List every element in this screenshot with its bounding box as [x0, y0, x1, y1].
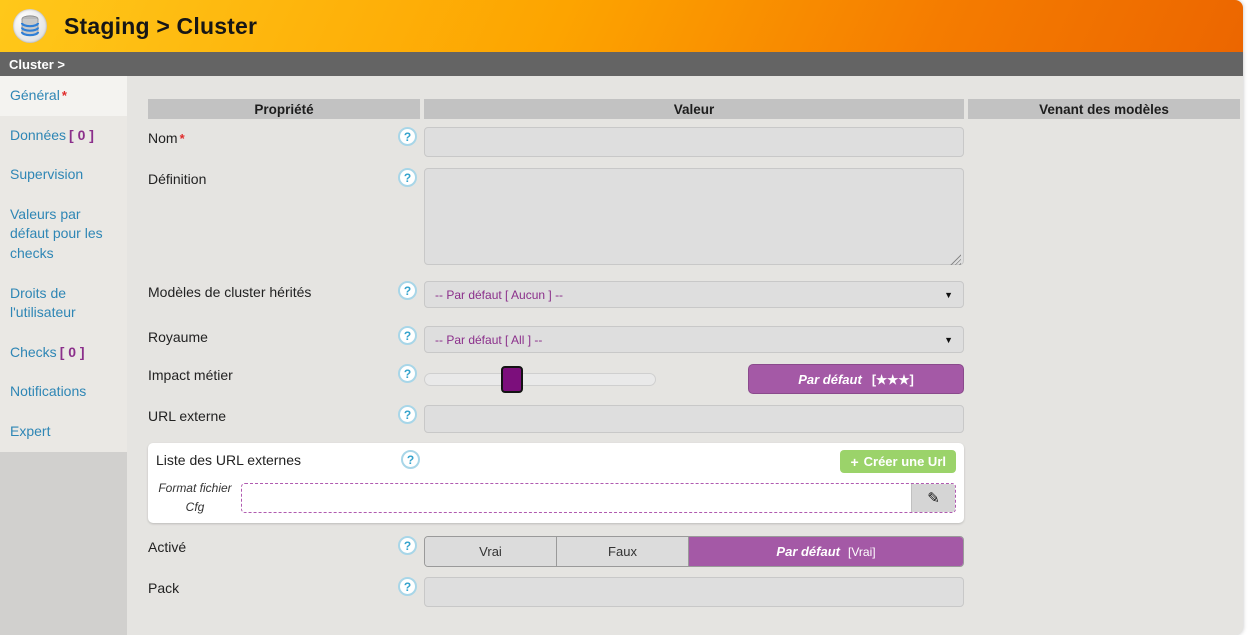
- app-window: Staging > Cluster Cluster > Général* Don…: [0, 0, 1243, 635]
- titlebar: Staging > Cluster: [0, 0, 1243, 52]
- url-externe-label: URL externe: [148, 405, 226, 424]
- sidebar-item-label: Supervision: [10, 166, 83, 182]
- sidebar-item-label: Expert: [10, 423, 50, 439]
- definition-label: Définition: [148, 168, 206, 187]
- sidebar-item-notifications[interactable]: Notifications: [0, 372, 127, 412]
- pack-label: Pack: [148, 577, 179, 596]
- column-header-venant-des-modeles: Venant des modèles: [968, 99, 1240, 119]
- column-header-propriete: Propriété: [148, 99, 420, 119]
- sidebar-item-label: Notifications: [10, 383, 86, 399]
- chevron-down-icon: ▼: [944, 335, 953, 345]
- database-icon: [13, 9, 47, 43]
- sidebar-item-valeurs-par-defaut[interactable]: Valeurs par défaut pour les checks: [0, 195, 127, 274]
- format-fichier-group: ✎: [241, 483, 956, 513]
- help-icon[interactable]: ?: [401, 450, 420, 469]
- pencil-icon: ✎: [927, 489, 940, 507]
- main-panel: Propriété Valeur Venant des modèles Nom*…: [127, 76, 1243, 635]
- help-icon[interactable]: ?: [398, 168, 417, 187]
- active-option-faux[interactable]: Faux: [557, 537, 689, 566]
- modeles-select[interactable]: -- Par défaut [ Aucun ] -- ▼: [424, 281, 964, 308]
- help-icon[interactable]: ?: [398, 364, 417, 383]
- sidebar-nav: Général* Données[ 0 ] Supervision Valeur…: [0, 76, 127, 452]
- nom-input[interactable]: [424, 127, 964, 157]
- active-option-vrai[interactable]: Vrai: [425, 537, 557, 566]
- plus-icon: +: [850, 454, 858, 470]
- sidebar-item-label: Général: [10, 87, 60, 103]
- help-icon[interactable]: ?: [398, 577, 417, 596]
- count-badge: [ 0 ]: [69, 127, 94, 143]
- format-fichier-input[interactable]: [242, 484, 911, 512]
- chevron-down-icon: ▼: [944, 290, 953, 300]
- sidebar-item-expert[interactable]: Expert: [0, 412, 127, 452]
- impact-default-button[interactable]: Par défaut [★★★]: [748, 364, 964, 394]
- row-pack: Pack ?: [148, 577, 1243, 607]
- default-option-label: Par défaut: [776, 544, 840, 559]
- selected-value: -- Par défaut [ Aucun ] --: [435, 288, 944, 302]
- row-royaume: Royaume ? -- Par défaut [ All ] -- ▼: [148, 326, 1243, 353]
- impact-slider-handle[interactable]: [501, 366, 523, 393]
- sidebar: Général* Données[ 0 ] Supervision Valeur…: [0, 76, 127, 635]
- row-modeles-herites: Modèles de cluster hérités ? -- Par défa…: [148, 281, 1243, 308]
- sidebar-item-label: Données: [10, 127, 66, 143]
- sidebar-item-donnees[interactable]: Données[ 0 ]: [0, 116, 127, 156]
- row-nom: Nom* ?: [148, 127, 1243, 157]
- sidebar-filler: [0, 452, 127, 635]
- row-definition: Définition ?: [148, 168, 1243, 270]
- breadcrumb[interactable]: Cluster >: [0, 52, 1243, 76]
- help-icon[interactable]: ?: [398, 536, 417, 555]
- edit-button[interactable]: ✎: [911, 484, 955, 512]
- active-label: Activé: [148, 536, 186, 555]
- default-button-label: Par défaut: [798, 372, 862, 387]
- sidebar-item-checks[interactable]: Checks[ 0 ]: [0, 333, 127, 373]
- url-list-title: Liste des URL externes: [156, 450, 301, 468]
- help-icon[interactable]: ?: [398, 127, 417, 146]
- row-impact-metier: Impact métier ? Par défaut [★★★]: [148, 364, 1243, 394]
- modeles-label: Modèles de cluster hérités: [148, 281, 311, 300]
- sidebar-item-label: Droits de l'utilisateur: [10, 285, 76, 321]
- royaume-label: Royaume: [148, 326, 208, 345]
- pack-input[interactable]: [424, 577, 964, 607]
- page-title: Staging > Cluster: [64, 13, 257, 40]
- active-segmented-control: Vrai Faux Par défaut [Vrai]: [424, 536, 964, 567]
- default-option-value: [Vrai]: [848, 545, 876, 559]
- breadcrumb-text: Cluster >: [9, 57, 65, 72]
- impact-label: Impact métier: [148, 364, 233, 383]
- royaume-select[interactable]: -- Par défaut [ All ] -- ▼: [424, 326, 964, 353]
- nom-label: Nom*: [148, 127, 185, 146]
- sidebar-item-droits-utilisateur[interactable]: Droits de l'utilisateur: [0, 274, 127, 333]
- required-marker: *: [180, 131, 185, 146]
- url-list-panel: Liste des URL externes ? + Créer une Url…: [148, 443, 964, 523]
- table-header-row: Propriété Valeur Venant des modèles: [148, 99, 1243, 119]
- url-externe-input[interactable]: [424, 405, 964, 433]
- create-url-button[interactable]: + Créer une Url: [840, 450, 956, 473]
- sidebar-item-label: Checks: [10, 344, 57, 360]
- count-badge: [ 0 ]: [60, 344, 85, 360]
- default-button-value: [★★★]: [872, 372, 914, 387]
- required-marker: *: [62, 88, 67, 103]
- create-url-button-label: Créer une Url: [864, 454, 946, 469]
- sidebar-item-label: Valeurs par défaut pour les checks: [10, 206, 103, 261]
- row-active: Activé ? Vrai Faux Par défaut [Vrai]: [148, 536, 1243, 567]
- help-icon[interactable]: ?: [398, 405, 417, 424]
- sidebar-item-supervision[interactable]: Supervision: [0, 155, 127, 195]
- definition-textarea[interactable]: [424, 168, 964, 265]
- sidebar-item-general[interactable]: Général*: [0, 76, 127, 116]
- active-option-default[interactable]: Par défaut [Vrai]: [689, 537, 963, 566]
- help-icon[interactable]: ?: [398, 281, 417, 300]
- selected-value: -- Par défaut [ All ] --: [435, 333, 944, 347]
- row-url-externe: URL externe ?: [148, 405, 1243, 433]
- help-icon[interactable]: ?: [398, 326, 417, 345]
- impact-slider[interactable]: [424, 373, 656, 386]
- format-fichier-label: Format fichier Cfg: [156, 479, 234, 517]
- column-header-valeur: Valeur: [424, 99, 964, 119]
